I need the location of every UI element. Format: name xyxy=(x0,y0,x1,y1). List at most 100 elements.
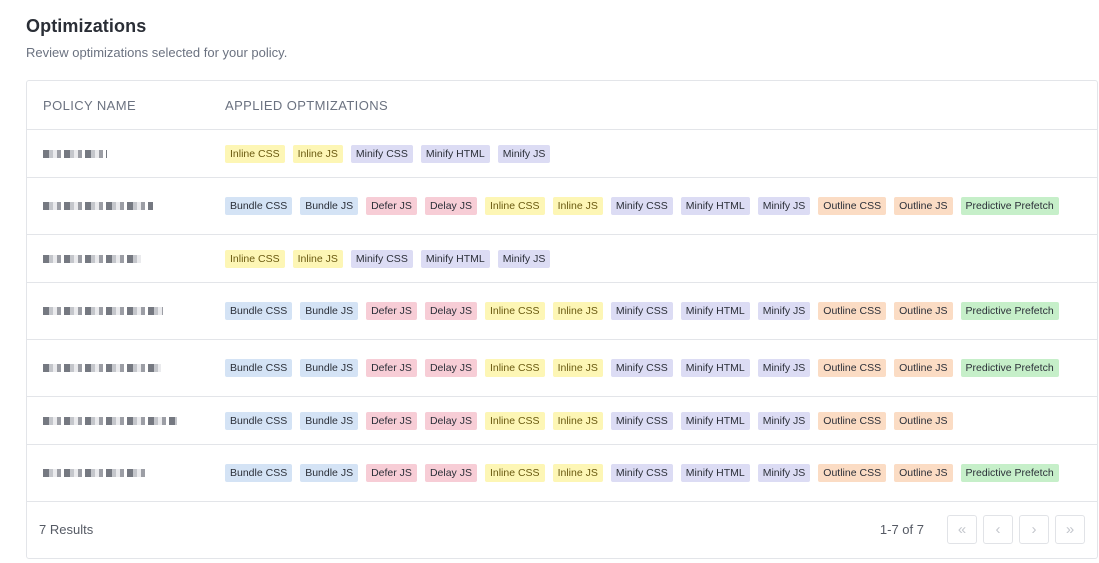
optimization-tag: Outline JS xyxy=(894,302,953,320)
optimization-tag: Inline JS xyxy=(292,144,343,163)
optimization-tag: Inline JS xyxy=(552,197,603,215)
double-chevron-right-icon: » xyxy=(1065,521,1075,538)
optimization-tag: Defer JS xyxy=(366,359,417,377)
optimization-tag: Inline JS xyxy=(552,302,603,320)
table-row: Bundle CSS Bundle JS Defer JS Delay JS Inlin… xyxy=(27,445,1097,502)
table-body: Inline CSS Inline JS Minify CSS Minify HTML… xyxy=(27,130,1097,502)
policy-name-cell xyxy=(27,178,225,234)
optimization-tag: Delay JS xyxy=(424,411,477,430)
optimizations-page: Optimizations Review optimizations selec… xyxy=(0,0,1099,563)
optimization-tag: Bundle CSS xyxy=(225,197,293,215)
optimization-tag: Minify JS xyxy=(757,464,811,482)
applied-optimizations-cell: Bundle CSS Bundle JS Defer JS Delay JS Inlin… xyxy=(225,464,1097,482)
policy-name-cell xyxy=(27,283,225,339)
optimization-tag: Minify JS xyxy=(757,411,811,430)
table-header: POLICY NAME APPLIED OPTMIZATIONS xyxy=(27,81,1097,130)
optimization-tag: Delay JS xyxy=(424,302,477,320)
policy-name-cell xyxy=(27,130,225,177)
optimization-tag: Predictive Prefetch xyxy=(960,359,1059,377)
applied-optimizations-cell: Inline CSS Inline JS Minify CSS Minify HTML… xyxy=(225,144,1097,163)
optimization-tag: Bundle JS xyxy=(300,197,359,215)
double-chevron-left-icon: « xyxy=(957,521,967,538)
table-row: Inline CSS Inline JS Minify CSS Minify HTML… xyxy=(27,130,1097,178)
optimization-tag: Bundle CSS xyxy=(225,411,293,430)
optimization-tag: Outline CSS xyxy=(818,411,887,430)
optimization-tag: Minify JS xyxy=(757,302,811,320)
optimization-tag: Bundle JS xyxy=(300,411,359,430)
redacted-policy-name xyxy=(43,469,147,477)
optimization-tag: Inline CSS xyxy=(484,411,545,430)
optimization-tag: Inline CSS xyxy=(484,464,545,482)
optimization-tag: Outline CSS xyxy=(818,197,887,215)
page-title: Optimizations xyxy=(26,16,147,36)
redacted-policy-name xyxy=(43,202,153,210)
applied-optimizations-cell: Bundle CSS Bundle JS Defer JS Delay JS Inlin… xyxy=(225,197,1097,215)
optimization-tag: Minify HTML xyxy=(680,359,750,377)
table-row: Bundle CSS Bundle JS Defer JS Delay JS Inlin… xyxy=(27,340,1097,397)
pagination: « ‹ › » xyxy=(941,515,1085,544)
optimization-tag: Minify CSS xyxy=(610,464,673,482)
next-page-button[interactable]: › xyxy=(1019,515,1049,544)
redacted-policy-name xyxy=(43,364,161,372)
table-row: Inline CSS Inline JS Minify CSS Minify HTML… xyxy=(27,235,1097,283)
optimization-tag: Minify HTML xyxy=(420,144,490,163)
optimization-tag: Predictive Prefetch xyxy=(960,302,1059,320)
optimization-tag: Delay JS xyxy=(424,197,477,215)
policy-name-cell xyxy=(27,340,225,396)
optimization-tag: Bundle JS xyxy=(300,464,359,482)
page-range: 1-7 of 7 xyxy=(879,522,924,537)
applied-optimizations-cell: Bundle CSS Bundle JS Defer JS Delay JS Inlin… xyxy=(225,359,1097,377)
optimization-tag: Minify JS xyxy=(497,249,551,268)
applied-optimizations-cell: Bundle CSS Bundle JS Defer JS Delay JS Inlin… xyxy=(225,302,1097,320)
optimization-tag: Bundle CSS xyxy=(225,359,293,377)
optimization-tag: Outline JS xyxy=(894,197,953,215)
policy-name-cell xyxy=(27,235,225,282)
optimization-tag: Minify JS xyxy=(757,197,811,215)
table-row: Bundle CSS Bundle JS Defer JS Delay JS Inlin… xyxy=(27,283,1097,340)
redacted-policy-name xyxy=(43,307,163,315)
optimization-tag: Delay JS xyxy=(424,464,477,482)
optimization-tag: Minify JS xyxy=(497,144,551,163)
optimization-tag: Minify CSS xyxy=(610,411,673,430)
column-header-applied-optimizations: APPLIED OPTMIZATIONS xyxy=(225,97,389,113)
optimization-tag: Defer JS xyxy=(366,302,417,320)
optimization-tag: Minify CSS xyxy=(610,302,673,320)
prev-page-button[interactable]: ‹ xyxy=(983,515,1013,544)
optimization-tag: Bundle JS xyxy=(300,302,359,320)
optimization-tag: Inline JS xyxy=(292,249,343,268)
chevron-left-icon: ‹ xyxy=(995,521,1001,538)
optimizations-table-card: POLICY NAME APPLIED OPTMIZATIONS Inline … xyxy=(26,80,1098,559)
optimization-tag: Bundle CSS xyxy=(225,464,293,482)
optimization-tag: Outline CSS xyxy=(818,359,887,377)
optimization-tag: Outline JS xyxy=(894,359,953,377)
applied-optimizations-cell: Bundle CSS Bundle JS Defer JS Delay JS Inlin… xyxy=(225,411,1097,430)
last-page-button[interactable]: » xyxy=(1055,515,1085,544)
optimization-tag: Minify HTML xyxy=(420,249,490,268)
optimization-tag: Inline CSS xyxy=(484,359,545,377)
optimization-tag: Inline CSS xyxy=(225,144,285,163)
optimization-tag: Defer JS xyxy=(366,464,417,482)
optimization-tag: Inline CSS xyxy=(484,197,545,215)
table-footer: 7 Results 1-7 of 7 « ‹ › » xyxy=(27,501,1097,558)
redacted-policy-name xyxy=(43,416,177,425)
column-header-policy-name: POLICY NAME xyxy=(43,97,137,113)
chevron-right-icon: › xyxy=(1031,521,1037,538)
optimization-tag: Outline JS xyxy=(894,411,953,430)
optimization-tag: Delay JS xyxy=(424,359,477,377)
optimization-tag: Minify HTML xyxy=(680,411,750,430)
optimization-tag: Minify CSS xyxy=(350,249,413,268)
optimization-tag: Minify HTML xyxy=(680,302,750,320)
redacted-policy-name xyxy=(43,149,107,158)
optimization-tag: Inline JS xyxy=(552,359,603,377)
optimization-tag: Predictive Prefetch xyxy=(960,464,1059,482)
table-row: Bundle CSS Bundle JS Defer JS Delay JS Inlin… xyxy=(27,178,1097,235)
optimization-tag: Minify CSS xyxy=(610,359,673,377)
optimization-tag: Minify CSS xyxy=(610,197,673,215)
applied-optimizations-cell: Inline CSS Inline JS Minify CSS Minify HTML… xyxy=(225,249,1097,268)
policy-name-cell xyxy=(27,445,225,501)
table-row: Bundle CSS Bundle JS Defer JS Delay JS Inlin… xyxy=(27,397,1097,445)
optimization-tag: Predictive Prefetch xyxy=(960,197,1059,215)
optimization-tag: Outline JS xyxy=(894,464,953,482)
optimization-tag: Defer JS xyxy=(366,197,417,215)
first-page-button[interactable]: « xyxy=(947,515,977,544)
